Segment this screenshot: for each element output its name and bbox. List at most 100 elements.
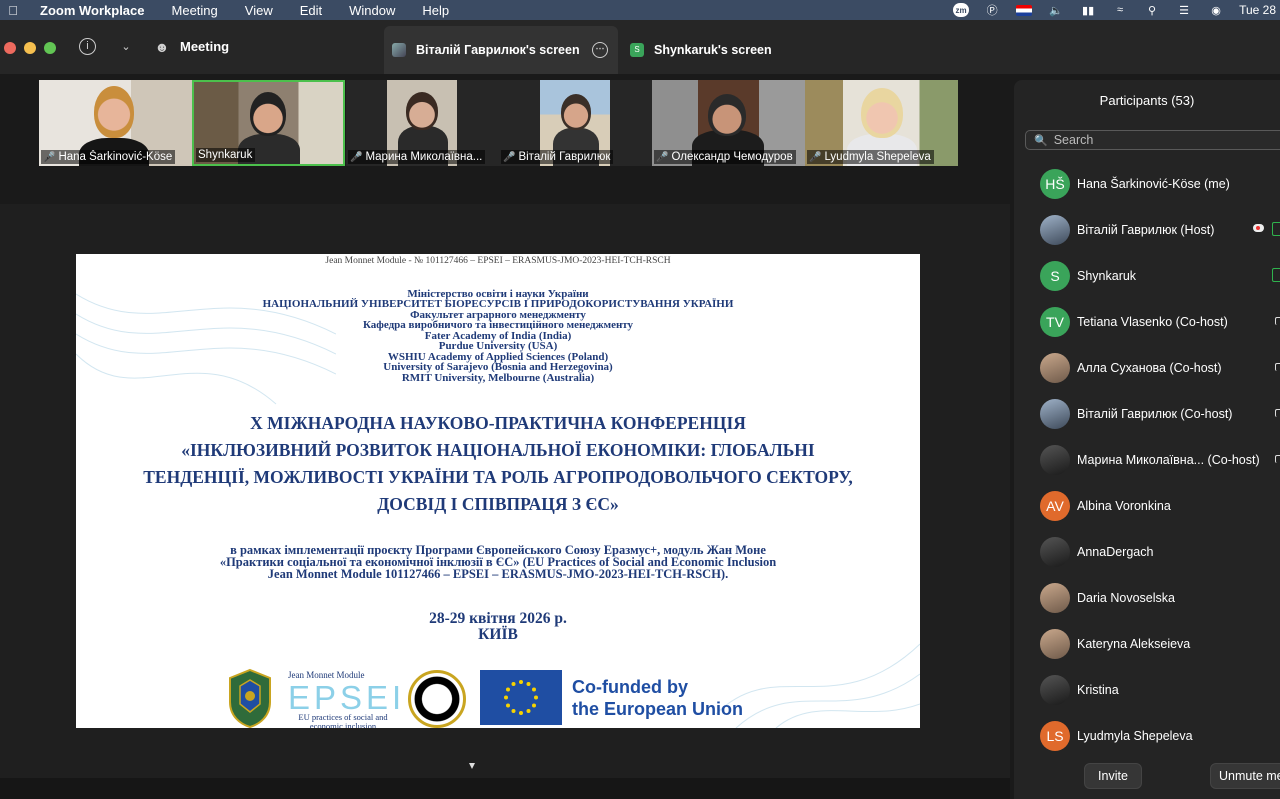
close-window-button[interactable] — [4, 42, 16, 54]
participant-row[interactable]: Алла Суханова (Co-host) — [1040, 352, 1280, 384]
video-tile[interactable]: 🎤 Віталій Гаврилюк — [499, 80, 652, 166]
meeting-people-icon: ☻ — [154, 39, 170, 55]
video-tile-active-speaker[interactable]: Shynkaruk — [192, 80, 345, 166]
slide-header: Jean Monnet Module - № 101127466 – EPSEI… — [325, 256, 671, 266]
video-tile-name: 🎤 Lyudmyla Shepeleva — [807, 150, 934, 164]
control-center-icon[interactable]: ☰ — [1175, 3, 1193, 17]
fullscreen-window-button[interactable] — [44, 42, 56, 54]
participant-name: Віталій Гаврилюк (Co-host) — [1077, 407, 1233, 421]
participant-name: Tetiana Vlasenko (Co-host) — [1077, 315, 1228, 329]
video-tile[interactable]: 🎤 Марина Миколаївна... — [346, 80, 499, 166]
participant-name: Lyudmyla Shepeleva — [1077, 729, 1193, 743]
menubar-status-area: zm Ⓟ 🔈 ▮▮ ≈ ⚲ ☰ ◉ Tue 28 — [953, 0, 1280, 20]
menu-window[interactable]: Window — [335, 3, 408, 18]
participant-name: Albina Voronkina — [1077, 499, 1171, 513]
slide-logos: Jean Monnet Module EPSEI EU practices of… — [226, 668, 786, 728]
avatar: AV — [1040, 491, 1070, 521]
menu-edit[interactable]: Edit — [286, 3, 335, 18]
more-options-icon[interactable]: ⋯ — [592, 42, 608, 58]
avatar — [1040, 629, 1070, 659]
tab-avatar: S — [630, 43, 644, 57]
minimize-window-button[interactable] — [24, 42, 36, 54]
mic-icon — [1275, 363, 1280, 371]
search-input[interactable] — [1053, 133, 1274, 147]
video-on-icon — [1272, 222, 1280, 236]
slide-institution-line: University of Sarajevo (Bosnia and Herze… — [383, 361, 613, 373]
siri-icon[interactable]: ◉ — [1207, 3, 1225, 17]
avatar — [1040, 675, 1070, 705]
participant-row[interactable]: Віталій Гаврилюк (Host) — [1040, 214, 1280, 246]
participant-name: Kateryna Alekseieva — [1077, 637, 1191, 651]
info-icon[interactable]: i — [79, 38, 96, 55]
spotlight-search-icon[interactable]: ⚲ — [1143, 3, 1161, 17]
video-tile-name: Shynkaruk — [196, 148, 256, 162]
tab-screen-share-active[interactable]: Віталій Гаврилюк's screen ⋯ — [384, 26, 618, 74]
avatar — [1040, 537, 1070, 567]
muted-mic-icon: 🎤 — [809, 151, 822, 163]
mic-icon — [1275, 317, 1280, 325]
grammarly-icon[interactable]: Ⓟ — [983, 3, 1001, 17]
volume-icon[interactable]: 🔈 — [1047, 3, 1065, 17]
menu-help[interactable]: Help — [408, 3, 462, 18]
avatar — [1040, 399, 1070, 429]
participant-name: Kristina — [1077, 683, 1119, 697]
tab-screen-share-other[interactable]: S Shynkaruk's screen — [622, 26, 772, 74]
avatar — [1040, 445, 1070, 475]
menubar-clock[interactable]: Tue 28 — [1239, 3, 1276, 17]
video-tile[interactable]: 🎤 Олександр Чемодуров — [652, 80, 805, 166]
participant-row[interactable]: Daria Novoselska — [1040, 582, 1280, 614]
university-crest-logo — [229, 668, 271, 728]
participants-title: Participants (53) — [1099, 93, 1195, 108]
participants-search[interactable]: 🔍 — [1025, 130, 1280, 150]
muted-mic-icon: 🎤 — [656, 151, 669, 163]
video-thumbnail-strip: 🎤 Hana Šarkinović-Köse Shynkaruk 🎤 Марина … — [0, 74, 1010, 204]
slide-conference-title: Х МІЖНАРОДНА НАУКОВО-ПРАКТИЧНА КОНФЕРЕНЦ… — [250, 413, 746, 433]
participant-row[interactable]: AV Albina Voronkina — [1040, 490, 1280, 522]
video-tile[interactable]: 🎤 Lyudmyla Shepeleva — [805, 80, 958, 166]
participant-row[interactable]: S Shynkaruk — [1040, 260, 1280, 292]
participants-panel: Participants (53) 🔍 HŠ Hana Šarkinović-K… — [1014, 80, 1280, 799]
round-emblem-logo — [408, 670, 466, 728]
avatar — [1040, 353, 1070, 383]
tab-avatar — [392, 43, 406, 57]
participant-name: Марина Миколаївна... (Co-host) — [1077, 453, 1260, 467]
participant-row[interactable]: TV Tetiana Vlasenko (Co-host) — [1040, 306, 1280, 338]
video-tile[interactable]: 🎤 Hana Šarkinović-Köse — [39, 80, 192, 166]
chevron-down-icon[interactable]: ⌄ — [117, 38, 135, 56]
invite-button[interactable]: Invite — [1084, 763, 1142, 789]
meeting-label[interactable]: Meeting — [180, 39, 229, 54]
search-icon: 🔍 — [1034, 134, 1048, 147]
participant-row[interactable]: Kateryna Alekseieva — [1040, 628, 1280, 660]
zoom-status-icon[interactable]: zm — [953, 3, 970, 17]
menu-meeting[interactable]: Meeting — [158, 3, 231, 18]
participant-name: Hana Šarkinović-Köse (me) — [1077, 177, 1230, 191]
apple-icon[interactable]:  — [0, 3, 26, 18]
menu-view[interactable]: View — [231, 3, 286, 18]
mic-icon — [1275, 455, 1280, 463]
participant-row[interactable]: AnnaDergach — [1040, 536, 1280, 568]
participant-row[interactable]: LS Lyudmyla Shepeleva — [1040, 720, 1280, 752]
mouse-cursor-icon — [469, 763, 475, 769]
participant-row[interactable]: HŠ Hana Šarkinović-Köse (me) — [1040, 168, 1280, 200]
video-on-icon — [1272, 268, 1280, 282]
participant-row[interactable]: Віталій Гаврилюк (Co-host) — [1040, 398, 1280, 430]
muted-mic-icon: 🎤 — [43, 151, 56, 163]
slide-date: 28-29 квітня 2026 р. — [429, 610, 567, 627]
participant-row[interactable]: Kristina — [1040, 674, 1280, 706]
avatar — [1040, 583, 1070, 613]
muted-mic-icon: 🎤 — [503, 151, 516, 163]
wifi-icon[interactable]: ≈ — [1111, 3, 1129, 17]
slide-project-line: Jean Monnet Module 101127466 – EPSEI – E… — [267, 567, 729, 581]
participant-name: AnnaDergach — [1077, 545, 1154, 559]
mic-icon — [1275, 409, 1280, 417]
macos-menubar:  Zoom Workplace Meeting View Edit Windo… — [0, 0, 1280, 20]
slide-institution-line: НАЦІОНАЛЬНИЙ УНІВЕРСИТЕТ БІОРЕСУРСІВ І П… — [262, 298, 734, 310]
avatar: LS — [1040, 721, 1070, 751]
participant-row[interactable]: Марина Миколаївна... (Co-host) — [1040, 444, 1280, 476]
unmute-me-button[interactable]: Unmute me — [1210, 763, 1280, 789]
battery-icon[interactable]: ▮▮ — [1079, 3, 1097, 17]
slide-conference-title: «ІНКЛЮЗИВНИЙ РОЗВИТОК НАЦІОНАЛЬНОЇ ЕКОНО… — [181, 440, 815, 460]
menu-app-name[interactable]: Zoom Workplace — [26, 3, 158, 18]
tab-other-label: Shynkaruk's screen — [654, 43, 772, 57]
flag-icon[interactable] — [1015, 3, 1033, 17]
